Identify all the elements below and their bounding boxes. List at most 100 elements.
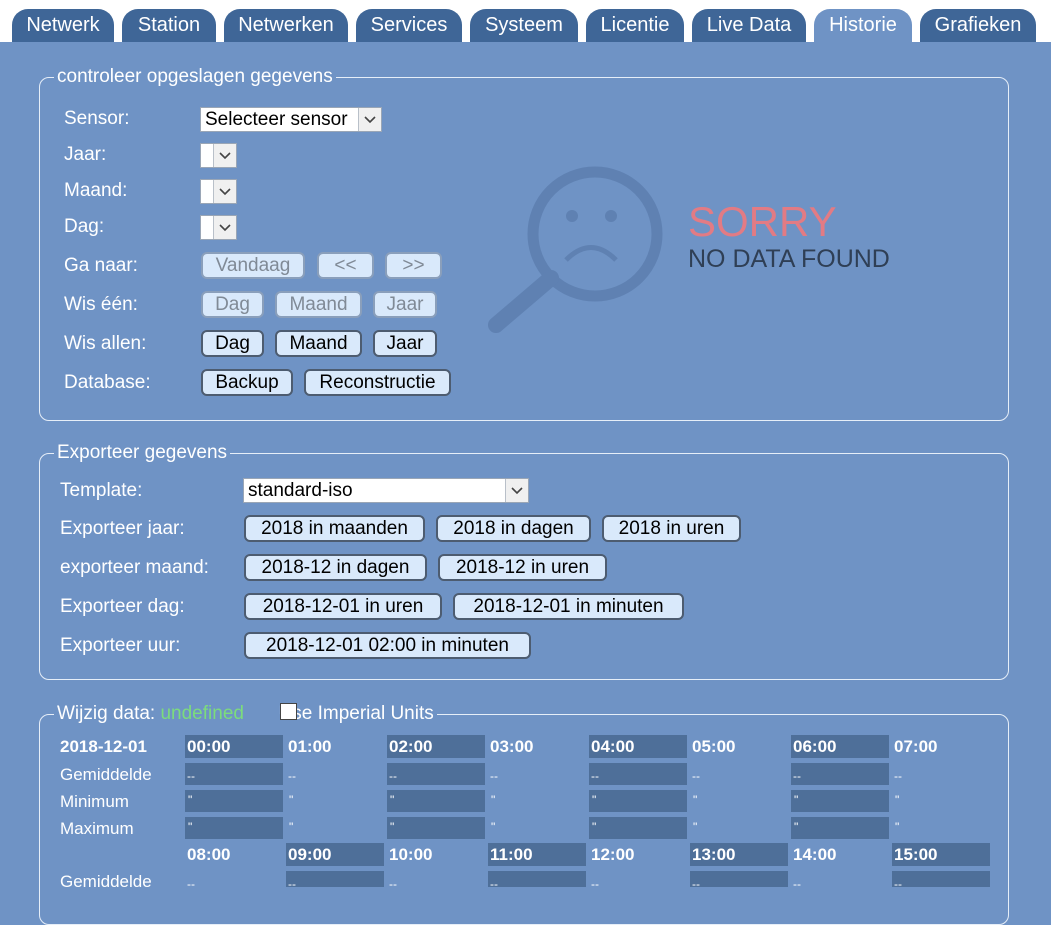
tab-netwerk[interactable]: Netwerk xyxy=(12,9,114,42)
hour-header: 13:00 xyxy=(692,845,736,864)
dag-select[interactable] xyxy=(200,215,237,240)
jaar-label: Jaar: xyxy=(64,144,107,165)
avg-input[interactable] xyxy=(488,871,586,887)
sensor-select-value: Selecteer sensor xyxy=(205,109,348,130)
imperial-units-label: Use Imperial Units xyxy=(278,703,434,724)
tab-historie[interactable]: Historie xyxy=(814,9,912,42)
max-input[interactable] xyxy=(185,817,283,839)
avg-value: -- xyxy=(591,769,599,783)
row-label-maximum: Maximum xyxy=(60,819,134,838)
export-year-hours-button[interactable]: 2018 in uren xyxy=(602,515,741,542)
avg-value: -- xyxy=(692,769,700,783)
min-input[interactable] xyxy=(791,790,889,812)
max-input[interactable] xyxy=(589,817,687,839)
goto-label: Ga naar: xyxy=(64,255,138,276)
tab-netwerken[interactable]: Netwerken xyxy=(224,9,348,42)
avg-value: -- xyxy=(894,769,902,783)
avg-value: -- xyxy=(187,877,195,891)
max-value: " xyxy=(289,820,294,834)
hour-header: 14:00 xyxy=(793,845,837,864)
sorry-title: SORRY xyxy=(688,198,837,245)
sensor-select[interactable]: Selecteer sensor xyxy=(200,107,382,132)
max-value: " xyxy=(693,820,698,834)
avg-value: -- xyxy=(288,769,296,783)
avg-input[interactable] xyxy=(690,871,788,887)
min-value: " xyxy=(895,793,900,807)
avg-input[interactable] xyxy=(791,763,889,785)
min-value: " xyxy=(794,793,799,807)
hour-header: 11:00 xyxy=(490,845,533,864)
tab-licentie[interactable]: Licentie xyxy=(586,9,684,42)
min-value: " xyxy=(592,793,597,807)
hour-header: 07:00 xyxy=(894,737,938,756)
avg-input[interactable] xyxy=(286,871,384,887)
template-select[interactable]: standard-iso xyxy=(243,478,529,503)
tab-services[interactable]: Services xyxy=(356,9,462,42)
avg-input[interactable] xyxy=(589,763,687,785)
min-value: " xyxy=(188,793,193,807)
clear-one-label: Wis één: xyxy=(64,294,138,315)
goto-prev-button[interactable]: << xyxy=(317,252,374,279)
row-label-gemiddelde-2: Gemiddelde xyxy=(60,872,152,891)
avg-input[interactable] xyxy=(185,763,283,785)
chevron-down-icon xyxy=(505,479,528,502)
tab-station[interactable]: Station xyxy=(122,9,216,42)
template-select-value: standard-iso xyxy=(248,480,353,501)
database-label: Database: xyxy=(64,372,151,393)
tab-grafieken[interactable]: Grafieken xyxy=(920,9,1036,42)
export-legend: Exporteer gegevens xyxy=(57,442,228,463)
export-day-hours-button[interactable]: 2018-12-01 in uren xyxy=(244,593,442,620)
goto-today-button[interactable]: Vandaag xyxy=(201,252,305,279)
export-year-days-button[interactable]: 2018 in dagen xyxy=(436,515,591,542)
max-value: " xyxy=(592,820,597,834)
stored-data-legend: controleer opgeslagen gegevens xyxy=(57,66,333,87)
imperial-units-checkbox[interactable] xyxy=(280,703,297,720)
max-input[interactable] xyxy=(791,817,889,839)
max-input[interactable] xyxy=(387,817,485,839)
export-month-hours-button[interactable]: 2018-12 in uren xyxy=(438,554,607,581)
min-input[interactable] xyxy=(387,790,485,812)
backup-button[interactable]: Backup xyxy=(201,369,293,396)
hour-header: 15:00 xyxy=(894,845,938,864)
hour-header: 09:00 xyxy=(288,845,332,864)
clear-all-maand-button[interactable]: Maand xyxy=(275,330,362,357)
no-data-text: NO DATA FOUND xyxy=(688,245,890,273)
hour-header: 12:00 xyxy=(591,845,635,864)
clear-all-dag-button[interactable]: Dag xyxy=(201,330,264,357)
min-input[interactable] xyxy=(589,790,687,812)
chevron-down-icon xyxy=(358,108,381,131)
hour-header: 10:00 xyxy=(389,845,433,864)
avg-input[interactable] xyxy=(892,871,990,887)
avg-value: -- xyxy=(389,769,397,783)
max-value: " xyxy=(491,820,496,834)
export-year-months-button[interactable]: 2018 in maanden xyxy=(244,515,425,542)
maand-select[interactable] xyxy=(200,179,237,204)
avg-input[interactable] xyxy=(387,763,485,785)
clear-one-maand-button[interactable]: Maand xyxy=(275,291,362,318)
jaar-select[interactable] xyxy=(200,143,237,168)
hour-header: 01:00 xyxy=(288,737,332,756)
min-input[interactable] xyxy=(185,790,283,812)
rebuild-button[interactable]: Reconstructie xyxy=(304,369,451,396)
row-label-minimum: Minimum xyxy=(60,792,129,811)
chevron-down-icon xyxy=(213,144,236,167)
clear-one-jaar-button[interactable]: Jaar xyxy=(373,291,437,318)
tab-systeem[interactable]: Systeem xyxy=(470,9,578,42)
export-hour-minutes-button[interactable]: 2018-12-01 02:00 in minuten xyxy=(244,632,531,659)
max-value: " xyxy=(390,820,395,834)
avg-value: -- xyxy=(389,877,397,891)
clear-all-jaar-button[interactable]: Jaar xyxy=(373,330,437,357)
min-value: " xyxy=(289,793,294,807)
export-month-days-button[interactable]: 2018-12 in dagen xyxy=(244,554,427,581)
min-value: " xyxy=(693,793,698,807)
clear-one-dag-button[interactable]: Dag xyxy=(201,291,264,318)
min-value: " xyxy=(390,793,395,807)
avg-value: -- xyxy=(894,877,902,891)
export-day-minutes-button[interactable]: 2018-12-01 in minuten xyxy=(453,593,684,620)
clear-all-label: Wis allen: xyxy=(64,333,147,354)
avg-value: -- xyxy=(591,877,599,891)
goto-next-button[interactable]: >> xyxy=(385,252,442,279)
hour-header: 05:00 xyxy=(692,737,736,756)
avg-value: -- xyxy=(793,877,801,891)
tab-live-data[interactable]: Live Data xyxy=(692,9,806,42)
